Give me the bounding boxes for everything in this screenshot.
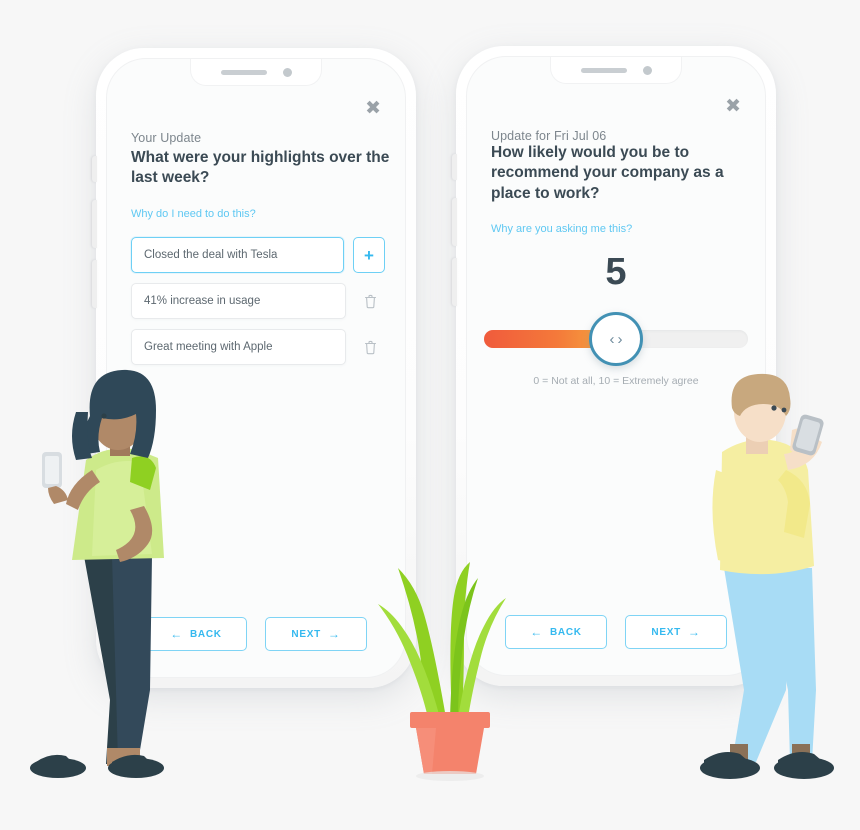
update-eyebrow-label: Update for Fri Jul 06 xyxy=(491,129,607,143)
screen-highlights: ✖ Your Update What were your highlights … xyxy=(107,59,405,677)
phone-side-button-volume-down[interactable] xyxy=(452,258,457,306)
add-highlight-button[interactable]: + xyxy=(353,237,385,273)
list-item: Closed the deal with Tesla + xyxy=(131,237,385,273)
next-button[interactable]: NEXT → xyxy=(265,617,367,651)
list-item: Great meeting with Apple xyxy=(131,329,385,365)
arrow-left-icon: ← xyxy=(530,625,543,639)
phone-device-nps: ✖ Update for Fri Jul 06 How likely would… xyxy=(452,46,776,686)
phone-side-button-silent[interactable] xyxy=(452,154,457,180)
question-title: What were your highlights over the last … xyxy=(131,149,390,187)
close-icon[interactable]: ✖ xyxy=(365,99,381,118)
highlights-list: Closed the deal with Tesla + 41% increas… xyxy=(131,237,385,375)
arrow-right-icon: → xyxy=(327,627,341,641)
back-button[interactable]: ← BACK xyxy=(505,615,607,649)
phone-bezel: ✖ Your Update What were your highlights … xyxy=(106,58,406,678)
slider-handle[interactable]: ‹ › xyxy=(589,312,643,366)
phone-side-button-silent[interactable] xyxy=(92,156,97,182)
phone-side-button-volume-up[interactable] xyxy=(92,200,97,248)
close-icon[interactable]: ✖ xyxy=(725,97,741,116)
phone-bezel: ✖ Update for Fri Jul 06 How likely would… xyxy=(466,56,766,676)
arrow-right-icon: → xyxy=(687,625,701,639)
score-value: 5 xyxy=(605,251,627,293)
next-button[interactable]: NEXT → xyxy=(625,615,727,649)
footer-nav: ← BACK NEXT → xyxy=(107,617,405,651)
score-slider[interactable]: ‹ › xyxy=(484,312,748,366)
why-link[interactable]: Why are you asking me this? xyxy=(491,223,632,235)
back-button-label: BACK xyxy=(190,628,222,640)
next-button-label: NEXT xyxy=(291,628,321,640)
phone-side-button-volume-up[interactable] xyxy=(452,198,457,246)
back-button-label: BACK xyxy=(550,626,582,638)
arrow-left-icon: ← xyxy=(170,627,183,641)
trash-icon[interactable] xyxy=(355,330,385,364)
why-link[interactable]: Why do I need to do this? xyxy=(131,208,256,220)
list-item: 41% increase in usage xyxy=(131,283,385,319)
back-button[interactable]: ← BACK xyxy=(145,617,247,651)
trash-icon[interactable] xyxy=(355,284,385,318)
screen-nps: ✖ Update for Fri Jul 06 How likely would… xyxy=(467,57,765,675)
update-eyebrow-label: Your Update xyxy=(131,131,202,145)
chevron-right-icon: › xyxy=(617,330,623,348)
footer-nav: ← BACK NEXT → xyxy=(467,615,765,649)
highlight-input-1[interactable]: Closed the deal with Tesla xyxy=(131,237,344,273)
next-button-label: NEXT xyxy=(651,626,681,638)
highlight-input-3[interactable]: Great meeting with Apple xyxy=(131,329,346,365)
question-title: How likely would you be to recommend you… xyxy=(491,144,724,202)
chevron-left-icon: ‹ xyxy=(609,330,615,348)
phone-device-highlights: ✖ Your Update What were your highlights … xyxy=(92,48,416,688)
slider-scale-note: 0 = Not at all, 10 = Extremely agree xyxy=(533,375,699,387)
scene: ✖ Your Update What were your highlights … xyxy=(0,0,860,830)
phone-side-button-volume-down[interactable] xyxy=(92,260,97,308)
highlight-input-2[interactable]: 41% increase in usage xyxy=(131,283,346,319)
